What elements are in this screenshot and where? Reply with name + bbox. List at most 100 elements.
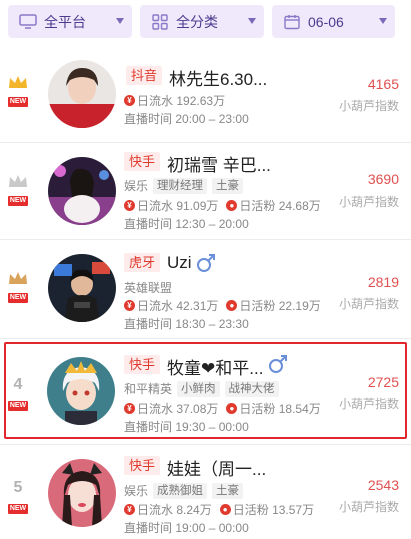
score-value: 2543 (367, 477, 399, 493)
platform-filter[interactable]: 全平台 (8, 5, 132, 38)
rank-badge: NEW (6, 74, 30, 108)
category-filter-label: 全分类 (176, 13, 218, 30)
list-item[interactable]: 5 NEW 快手 娃娃（周一... 娱乐 成熟御姐 土豪 ¥ 日流水 8.24万 … (0, 445, 411, 539)
score-value: 2725 (367, 374, 399, 390)
yen-icon: ¥ (124, 95, 135, 106)
rank-badge: 4 NEW (6, 376, 30, 412)
chevron-down-icon (248, 18, 256, 24)
avatar (47, 357, 115, 425)
daily-fans: ● 日活粉 18.54万 (226, 400, 321, 417)
daily-flow: ¥ 日流水 8.24万 (124, 501, 212, 518)
new-badge: NEW (7, 293, 29, 303)
list-item[interactable]: NEW 抖音 林先生6.30... ¥ 日流水 192.63万 直播时间 20:0… (0, 46, 411, 142)
avatar (48, 60, 116, 128)
male-gender-icon (269, 355, 287, 373)
platform-tag: 抖音 (126, 66, 163, 85)
chevron-down-icon (116, 18, 124, 24)
date-filter[interactable]: 06-06 (272, 5, 395, 38)
tag: 战神大佬 (224, 380, 279, 397)
daily-flow: ¥ 日流水 192.63万 (124, 92, 225, 109)
streamer-name[interactable]: 牧童❤和平... (167, 354, 263, 379)
daily-flow: ¥ 日流水 37.08万 (124, 400, 218, 417)
date-filter-label: 06-06 (308, 13, 344, 30)
list-item[interactable]: NEW 快手 初瑞雪 辛巴... 娱乐 理财经理 土豪 ¥ 日流水 91.09万 … (0, 143, 411, 239)
stats-line: ¥ 日流水 37.08万 ● 日活粉 18.54万 (124, 400, 329, 417)
avatar (48, 254, 116, 322)
score-label: 小葫芦指数 (338, 195, 399, 209)
daily-fans: ● 日活粉 24.68万 (226, 197, 321, 214)
stats-line: ¥ 日流水 192.63万 (124, 92, 233, 109)
platform-tag: 快手 (124, 355, 161, 374)
stats-line: ¥ 日流水 91.09万 ● 日活粉 24.68万 (124, 197, 329, 214)
score-label: 小葫芦指数 (338, 397, 399, 411)
score-value: 3690 (367, 171, 399, 187)
new-badge: NEW (7, 97, 29, 107)
streamer-name[interactable]: 林先生6.30... (169, 65, 267, 90)
tags-line: 和平精英 小鲜肉 战神大佬 (124, 380, 279, 397)
tag: 理财经理 (153, 177, 208, 194)
live-time: 直播时间 19:00 – 00:00 (124, 521, 249, 535)
male-gender-icon (197, 254, 215, 272)
filter-bar: 全平台 全分类 06-06 (0, 0, 411, 46)
live-time: 直播时间 12:30 – 20:00 (124, 217, 249, 231)
tag: 土豪 (212, 177, 244, 194)
score-label: 小葫芦指数 (338, 99, 399, 113)
tag: 成熟御姐 (153, 482, 208, 499)
user-icon: ● (226, 300, 238, 311)
chevron-down-icon (379, 18, 387, 24)
rank-badge: NEW (6, 270, 30, 304)
tag: 土豪 (212, 482, 244, 499)
yen-icon: ¥ (124, 504, 135, 515)
streamer-name[interactable]: Uzi (167, 253, 192, 273)
monitor-icon (18, 12, 38, 32)
live-time: 直播时间 18:30 – 23:30 (124, 317, 249, 331)
category-filter[interactable]: 全分类 (140, 5, 264, 38)
rank-badge: 5 NEW (6, 479, 30, 515)
yen-icon: ¥ (124, 300, 135, 311)
user-icon: ● (219, 504, 231, 515)
new-badge: NEW (7, 401, 29, 411)
list-item[interactable]: NEW 虎牙 Uzi 英雄联盟 ¥ 日流水 42.31万 ● 日活粉 22.19万 … (0, 240, 411, 338)
list-item[interactable]: 4 NEW 快手 牧童❤和平... 和平精英 小鲜肉 战神大佬 ¥ 日流水 37.… (0, 342, 411, 439)
platform-tag: 快手 (124, 152, 161, 171)
user-icon: ● (226, 403, 238, 414)
streamer-name[interactable]: 娃娃（周一... (167, 455, 266, 480)
tags-line: 英雄联盟 (124, 279, 172, 296)
tag: 小鲜肉 (177, 380, 220, 397)
daily-flow: ¥ 日流水 91.09万 (124, 197, 218, 214)
platform-tag: 虎牙 (124, 253, 161, 272)
rank-badge: NEW (6, 173, 30, 207)
user-icon: ● (226, 200, 238, 211)
streamer-name[interactable]: 初瑞雪 辛巴... (167, 151, 271, 176)
stats-line: ¥ 日流水 8.24万 ● 日活粉 13.57万 (124, 501, 322, 518)
avatar (48, 157, 116, 225)
live-time: 直播时间 20:00 – 23:00 (124, 112, 249, 126)
category-text: 娱乐 (124, 484, 149, 498)
grid-icon (150, 12, 170, 32)
score-value: 4165 (367, 76, 399, 92)
divider (0, 338, 411, 339)
calendar-icon (282, 12, 302, 32)
platform-filter-label: 全平台 (44, 13, 86, 30)
category-text: 娱乐 (124, 179, 149, 193)
daily-fans: ● 日活粉 13.57万 (219, 501, 314, 518)
category-text: 英雄联盟 (124, 281, 173, 295)
rank-number: 4 (13, 376, 23, 393)
score-label: 小葫芦指数 (338, 297, 399, 311)
live-time: 直播时间 19:30 – 00:00 (124, 420, 249, 434)
tags-line: 娱乐 理财经理 土豪 (124, 177, 244, 194)
new-badge: NEW (7, 504, 29, 514)
score-value: 2819 (367, 274, 399, 290)
gold-crown-icon (9, 76, 27, 88)
stats-line: ¥ 日流水 42.31万 ● 日活粉 22.19万 (124, 297, 329, 314)
score-label: 小葫芦指数 (338, 500, 399, 514)
tags-line: 娱乐 成熟御姐 土豪 (124, 482, 244, 499)
silver-crown-icon (9, 175, 27, 187)
rank-number: 5 (13, 479, 23, 496)
new-badge: NEW (7, 196, 29, 206)
platform-tag: 快手 (124, 456, 161, 475)
bronze-crown-icon (9, 272, 27, 284)
daily-flow: ¥ 日流水 42.31万 (124, 297, 218, 314)
yen-icon: ¥ (124, 403, 135, 414)
category-text: 和平精英 (124, 382, 173, 396)
